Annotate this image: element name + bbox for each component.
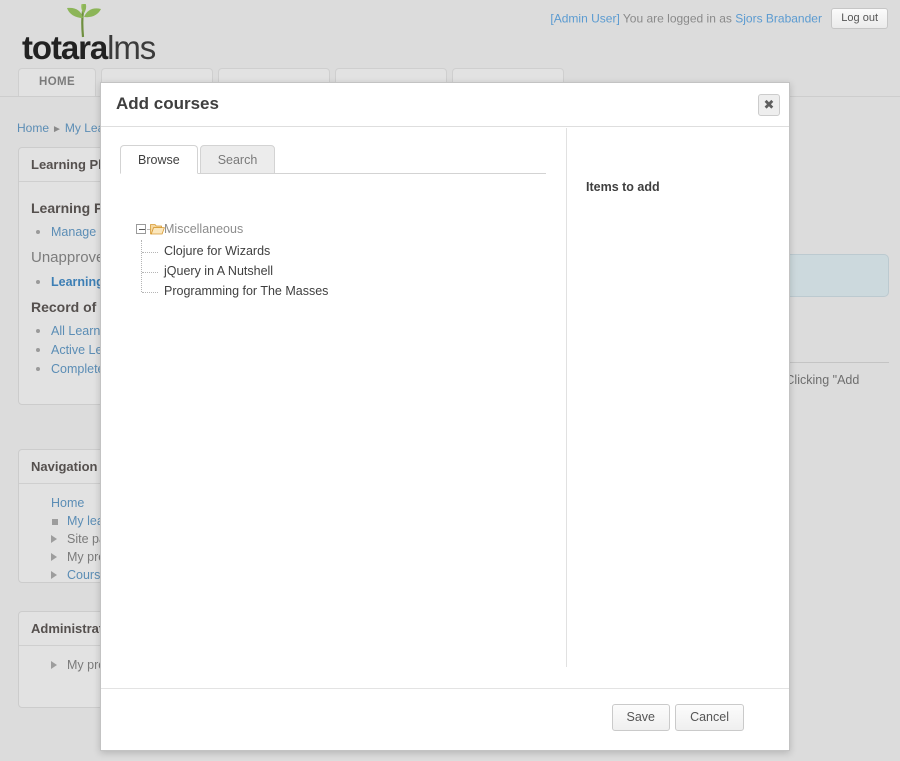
tab-search[interactable]: Search [200,145,276,174]
logo-word-light: lms [107,29,155,66]
tree-category-label: Miscellaneous [164,222,243,236]
tree-item-course[interactable]: Clojure for Wizards [164,242,534,261]
tree-item-course[interactable]: Programming for The Masses [164,282,534,301]
triangle-right-icon[interactable] [51,553,57,561]
open-folder-icon [150,223,165,235]
breadcrumb-separator: ► [52,124,62,135]
triangle-right-icon[interactable] [51,571,57,579]
minus-box-icon[interactable] [136,224,146,234]
site-header: totaralms [Admin User] You are logged in… [0,0,900,67]
save-button[interactable]: Save [612,704,671,731]
triangle-right-icon[interactable] [51,535,57,543]
tree-item-label: jQuery in A Nutshell [164,264,273,278]
tree-horizontal-connector [142,252,158,253]
square-icon [52,519,58,525]
admin-user-link[interactable]: [Admin User] [550,12,619,26]
tree-item-label: Clojure for Wizards [164,244,270,258]
nav-tab-home[interactable]: HOME [18,68,96,96]
tree-course-list: Clojure for Wizards jQuery in A Nutshell… [134,242,534,301]
cancel-button[interactable]: Cancel [675,704,744,731]
close-icon[interactable]: ✖ [758,94,780,116]
tab-browse[interactable]: Browse [120,145,198,174]
user-bar: [Admin User] You are logged in as Sjors … [550,9,888,30]
logged-in-text: You are logged in as [623,12,732,26]
tree-item-course[interactable]: jQuery in A Nutshell [164,262,534,281]
tree-vertical-connector [141,240,142,292]
logout-button[interactable]: Log out [831,8,888,29]
logo-word-bold: totara [22,29,107,66]
items-to-add-title: Items to add [586,180,776,194]
dialog-footer: Save Cancel [101,688,789,750]
add-courses-dialog: Add courses ✖ BrowseSearch Miscellaneous… [100,82,790,751]
tree-horizontal-connector [142,272,158,273]
user-name-link[interactable]: Sjors Brabander [735,12,822,26]
breadcrumb-home[interactable]: Home [17,121,49,135]
site-logo[interactable]: totaralms [22,4,147,64]
info-box [774,254,889,297]
triangle-right-icon[interactable] [51,661,57,669]
link-manage-plans[interactable]: Manage p [51,225,107,239]
dialog-body: BrowseSearch Miscellaneous Clojure for W… [101,128,789,688]
dialog-title: Add courses [116,94,219,114]
logo-wordmark: totaralms [22,31,155,64]
nav-item-home-label[interactable]: Home [51,496,84,510]
content-divider [774,362,889,363]
course-category-tree: Miscellaneous Clojure for Wizards jQuery… [134,220,534,302]
breadcrumb: Home►My Lea [17,121,104,135]
tree-category-miscellaneous[interactable]: Miscellaneous [134,220,534,239]
tree-item-label: Programming for The Masses [164,284,328,298]
dialog-header: Add courses ✖ [101,83,789,127]
link-learning[interactable]: Learning [51,275,104,289]
dialog-column-divider [566,128,567,667]
items-to-add-panel: Items to add [586,180,776,194]
tree-horizontal-connector [142,292,158,293]
breadcrumb-current[interactable]: My Lea [65,121,104,135]
dialog-tabs: BrowseSearch [120,145,277,174]
